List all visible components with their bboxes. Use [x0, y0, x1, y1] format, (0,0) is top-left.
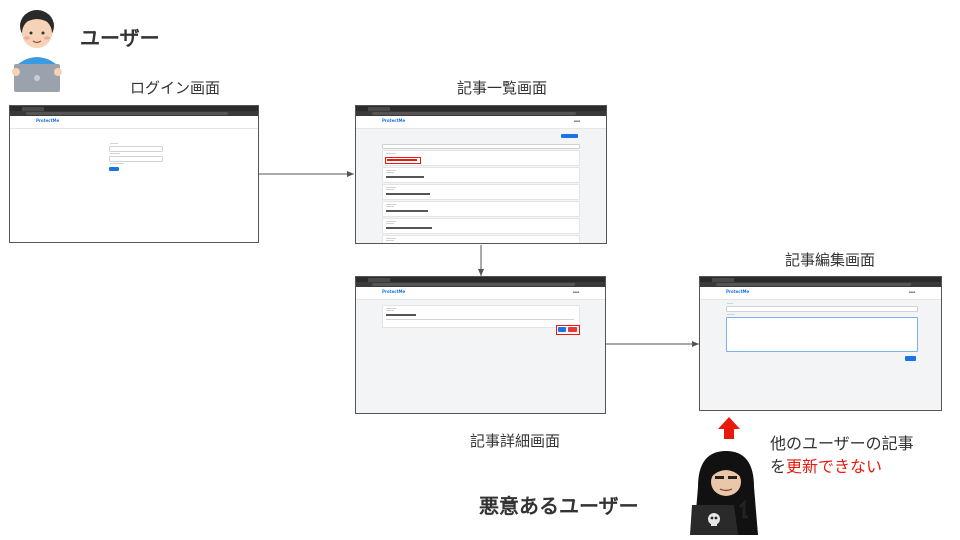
- list-item[interactable]: [382, 184, 580, 200]
- note-line-2-prefix: を: [770, 457, 787, 476]
- list-screen-title: 記事一覧画面: [457, 79, 548, 97]
- article-list: [356, 129, 606, 243]
- detail-screen-window: ProtectMe ▪▪▪: [355, 276, 606, 414]
- email-field[interactable]: [109, 146, 163, 152]
- brand-logo: ProtectMe: [726, 289, 750, 294]
- edit-screen-window: ProtectMe ▪▪▪: [699, 276, 942, 411]
- password-field[interactable]: [109, 156, 163, 162]
- article-detail: [356, 300, 605, 413]
- logout-link[interactable]: ▪▪▪: [573, 290, 579, 294]
- list-item[interactable]: [382, 235, 580, 243]
- list-item[interactable]: [382, 167, 580, 183]
- delete-button[interactable]: [568, 327, 577, 332]
- login-button[interactable]: [109, 167, 119, 171]
- list-item[interactable]: [382, 201, 580, 217]
- new-article-button[interactable]: [561, 134, 578, 138]
- app-header: ProtectMe ▪▪▪: [700, 287, 941, 300]
- malicious-user-label: 悪意あるユーザー: [479, 494, 639, 518]
- app-header: ProtectMe ▪▪▪: [356, 116, 606, 129]
- logout-link[interactable]: ▪▪▪: [909, 290, 915, 294]
- user-avatar: [10, 6, 68, 94]
- search-input[interactable]: [382, 144, 580, 149]
- edit-screen-title: 記事編集画面: [785, 251, 876, 269]
- app-header: ProtectMe: [10, 116, 258, 129]
- list-item[interactable]: [382, 218, 580, 234]
- list-item[interactable]: [382, 150, 580, 166]
- blocked-up-arrow: [718, 417, 740, 439]
- update-button[interactable]: [905, 356, 916, 361]
- brand-logo: ProtectMe: [36, 118, 60, 123]
- user-label: ユーザー: [80, 26, 160, 50]
- brand-logo: ProtectMe: [382, 118, 406, 123]
- title-input[interactable]: [726, 306, 918, 312]
- note-line-2: を更新できない: [770, 453, 882, 477]
- note-line-1: 他のユーザーの記事: [770, 434, 914, 453]
- edit-button[interactable]: [558, 327, 566, 332]
- app-header: ProtectMe ▪▪▪: [356, 287, 605, 300]
- brand-logo: ProtectMe: [382, 289, 406, 294]
- hacker-avatar: [688, 447, 764, 537]
- body-textarea[interactable]: [726, 317, 918, 352]
- edit-form: [700, 300, 941, 410]
- note-line-2-highlight: 更新できない: [786, 457, 883, 476]
- article-card: [382, 305, 580, 328]
- login-screen-title: ログイン画面: [130, 79, 221, 97]
- login-screen-window: ProtectMe: [9, 105, 259, 243]
- detail-screen-title: 記事詳細画面: [470, 432, 561, 450]
- login-form: [10, 129, 258, 242]
- logout-link[interactable]: ▪▪▪: [574, 119, 580, 123]
- list-screen-window: ProtectMe ▪▪▪: [355, 105, 607, 244]
